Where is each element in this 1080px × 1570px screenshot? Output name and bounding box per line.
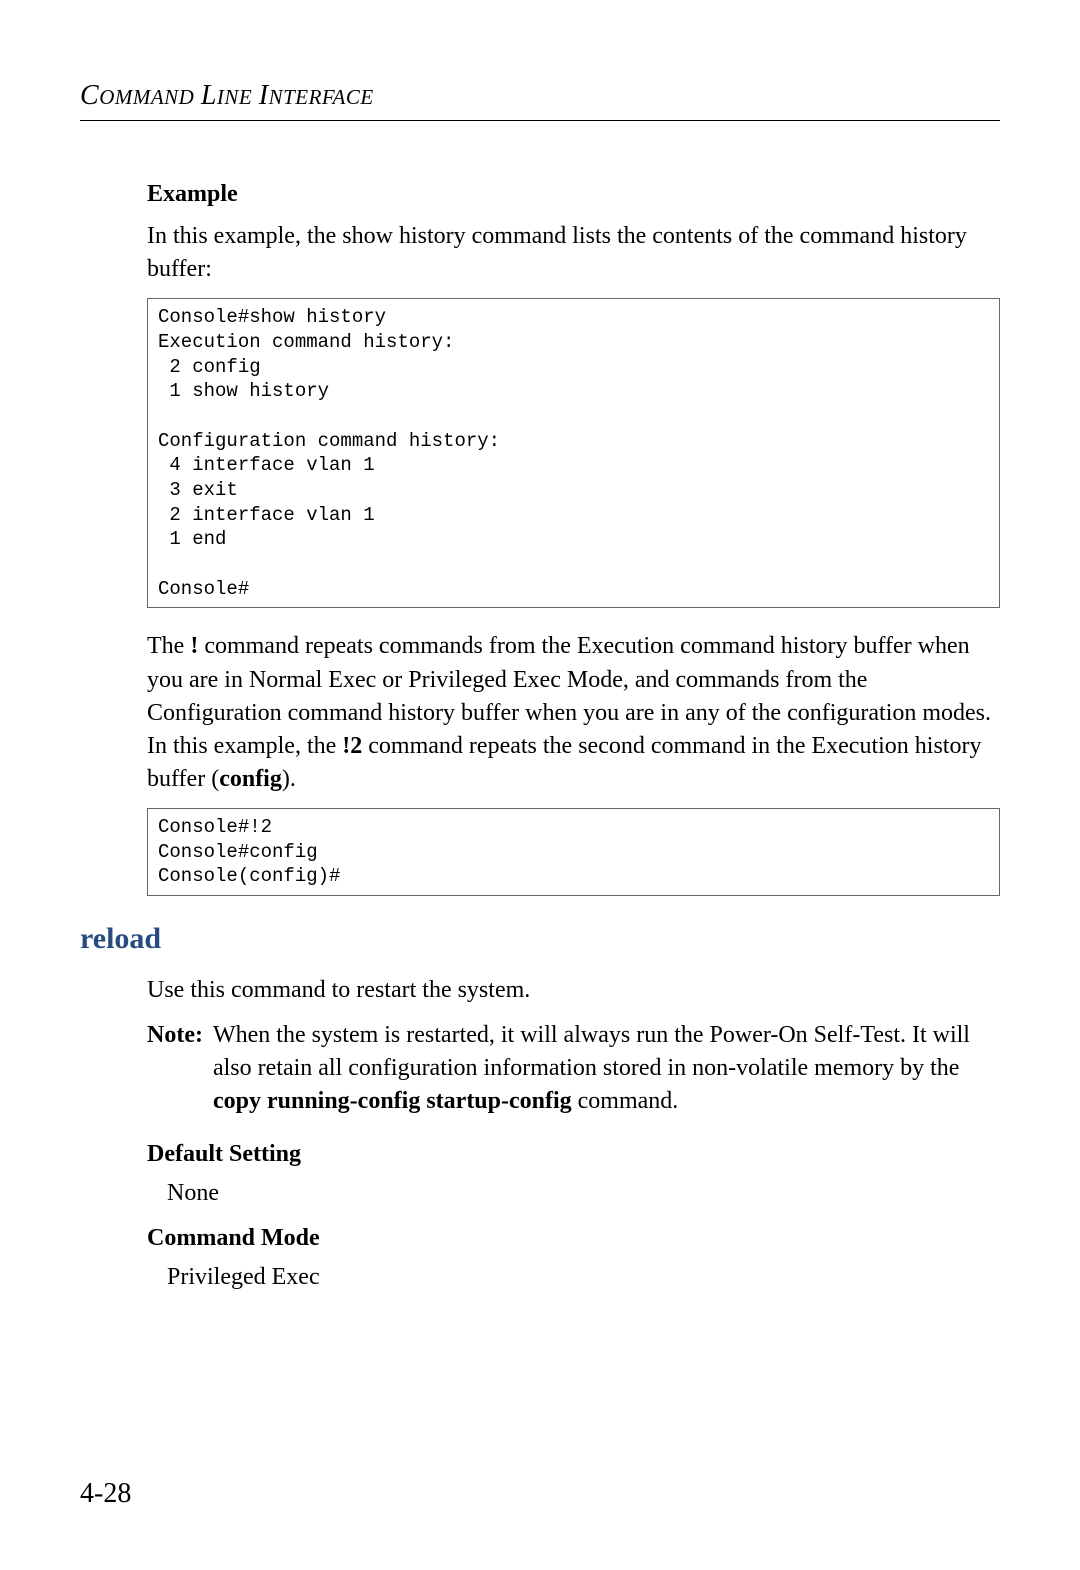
bang-paragraph: The ! command repeats commands from the … bbox=[147, 630, 1000, 796]
content-area: Example In this example, the show histor… bbox=[147, 181, 1000, 896]
page-number: 4-28 bbox=[80, 1478, 131, 1510]
note-label: Note: bbox=[147, 1019, 203, 1118]
command-mode-value: Privileged Exec bbox=[167, 1264, 1000, 1291]
text: ). bbox=[282, 766, 296, 792]
page-header: COMMAND LINE INTERFACE bbox=[80, 80, 1000, 121]
code-block-2: Console#!2 Console#config Console(config… bbox=[147, 808, 1000, 896]
bold-copy-command: copy running-config startup-config bbox=[213, 1088, 572, 1114]
note-body: When the system is restarted, it will al… bbox=[213, 1019, 1000, 1118]
example-paragraph: In this example, the show history comman… bbox=[147, 220, 1000, 286]
bold-bang2: !2 bbox=[342, 733, 362, 759]
reload-paragraph: Use this command to restart the system. bbox=[147, 974, 1000, 1007]
example-heading: Example bbox=[147, 181, 1000, 208]
reload-content: Use this command to restart the system. … bbox=[147, 974, 1000, 1290]
code-block-1: Console#show history Execution command h… bbox=[147, 298, 1000, 608]
default-setting-heading: Default Setting bbox=[147, 1141, 1000, 1168]
text: command. bbox=[572, 1088, 679, 1114]
bold-config: config bbox=[219, 766, 282, 792]
text: When the system is restarted, it will al… bbox=[213, 1022, 970, 1081]
note-row: Note: When the system is restarted, it w… bbox=[147, 1019, 1000, 1118]
reload-heading: reload bbox=[80, 922, 1000, 956]
default-setting-value: None bbox=[167, 1180, 1000, 1207]
text: The bbox=[147, 633, 190, 659]
command-mode-heading: Command Mode bbox=[147, 1225, 1000, 1252]
